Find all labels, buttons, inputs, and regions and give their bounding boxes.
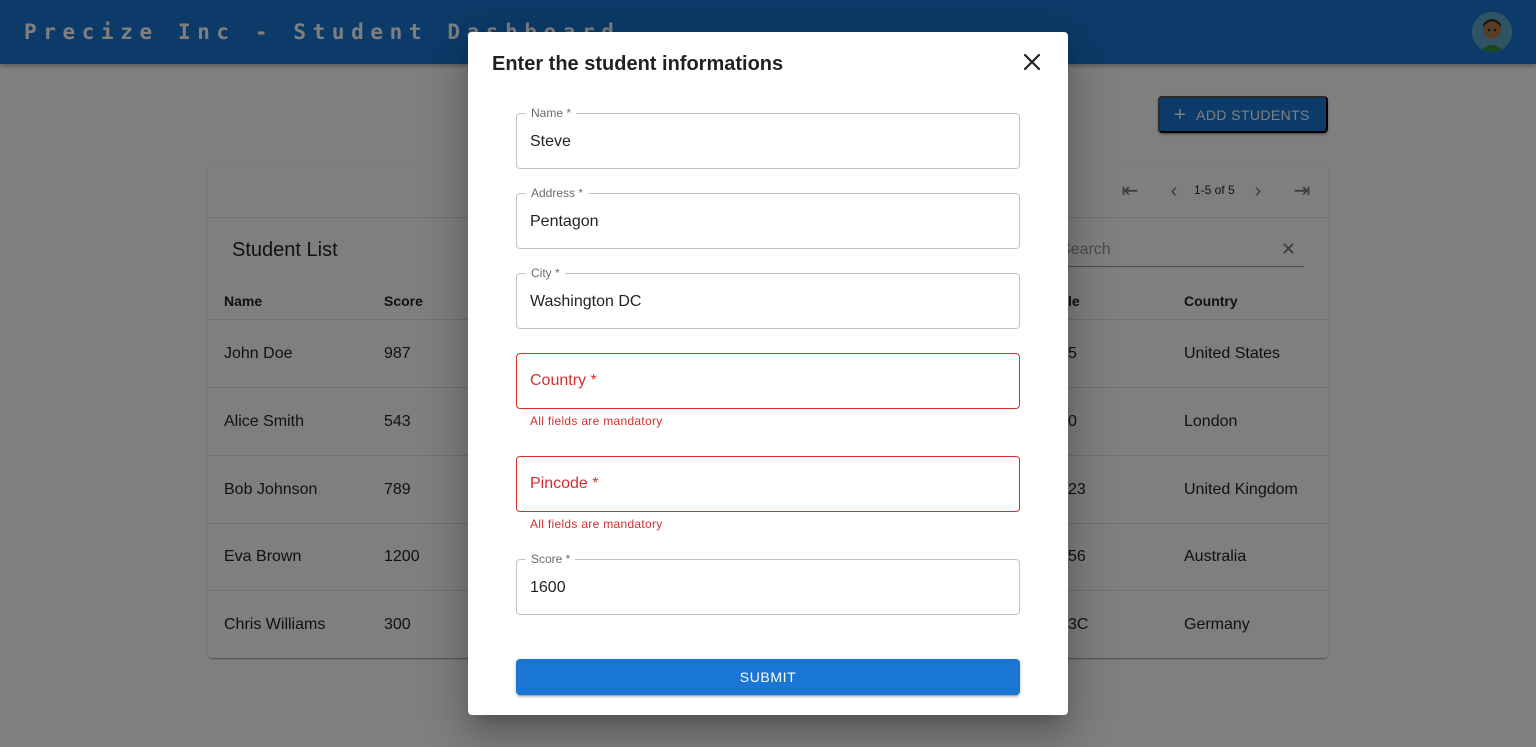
close-icon[interactable] [1016,46,1048,78]
address-field[interactable]: Address * [516,186,1020,249]
name-field[interactable]: Name * [516,106,1020,169]
name-input[interactable] [530,130,1000,154]
name-label: Name * [526,106,577,120]
pincode-label: Pincode * [530,475,599,492]
address-label: Address * [526,186,589,200]
student-info-dialog: Enter the student informations Name * Ad… [468,32,1068,715]
address-input[interactable] [530,210,1000,234]
score-label: Score * [526,552,576,566]
score-input[interactable] [530,576,1000,600]
city-input[interactable] [530,290,1000,314]
city-field[interactable]: City * [516,266,1020,329]
country-error-text: All fields are mandatory [530,414,663,428]
country-label: Country * [530,372,597,389]
submit-button[interactable]: SUBMIT [516,659,1020,695]
score-field[interactable]: Score * [516,552,1020,615]
dialog-title: Enter the student informations [492,53,784,75]
city-label: City * [526,266,565,280]
pincode-error-text: All fields are mandatory [530,517,663,531]
country-field[interactable]: Country * [516,353,1020,409]
pincode-field[interactable]: Pincode * [516,456,1020,512]
